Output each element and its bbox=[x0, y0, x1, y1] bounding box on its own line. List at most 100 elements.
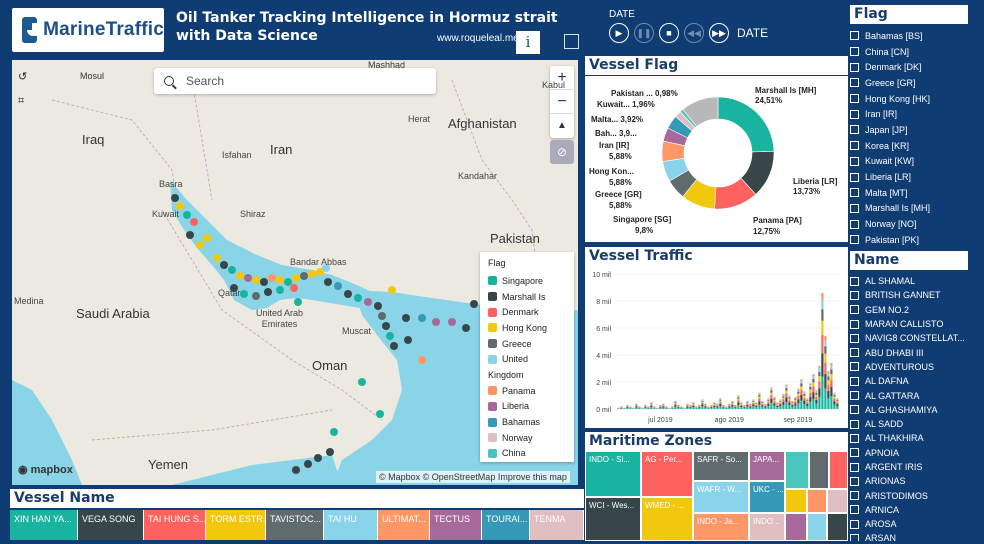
traffic-bar[interactable] bbox=[719, 399, 722, 401]
traffic-bar[interactable] bbox=[788, 395, 791, 397]
treemap-cell[interactable]: INDO - Ja... bbox=[693, 513, 749, 541]
traffic-bar[interactable] bbox=[788, 402, 791, 406]
treemap-cell[interactable]: INDO... bbox=[749, 513, 785, 541]
traffic-bar[interactable] bbox=[836, 400, 839, 403]
traffic-bar[interactable] bbox=[827, 390, 830, 399]
traffic-bar[interactable] bbox=[827, 384, 830, 391]
vessel-cell[interactable]: TECTUS bbox=[430, 510, 482, 540]
vessel-cell[interactable]: TOURAI... bbox=[482, 510, 530, 540]
checkbox-icon[interactable] bbox=[850, 305, 859, 315]
traffic-bar[interactable] bbox=[752, 401, 755, 403]
traffic-bar[interactable] bbox=[764, 404, 767, 405]
traffic-bar[interactable] bbox=[833, 395, 836, 397]
traffic-bar[interactable] bbox=[704, 404, 707, 406]
treemap-cell[interactable] bbox=[829, 451, 848, 489]
traffic-bar[interactable] bbox=[719, 402, 722, 404]
traffic-bar[interactable] bbox=[770, 395, 773, 399]
traffic-bar[interactable] bbox=[836, 398, 839, 399]
slicer-item[interactable]: Pakistan [PK] bbox=[850, 232, 968, 248]
traffic-bar[interactable] bbox=[836, 398, 839, 400]
traffic-bar[interactable] bbox=[653, 408, 656, 409]
slicer-item[interactable]: ARGENT IRIS bbox=[850, 460, 968, 474]
traffic-bar[interactable] bbox=[713, 402, 716, 404]
treemap-cell[interactable]: JAPA... bbox=[749, 451, 785, 481]
traffic-bar[interactable] bbox=[767, 398, 770, 400]
traffic-bar[interactable] bbox=[788, 396, 791, 398]
checkbox-icon[interactable] bbox=[850, 433, 859, 443]
slicer-item[interactable]: Greece [GR] bbox=[850, 75, 968, 91]
traffic-bar[interactable] bbox=[767, 402, 770, 404]
checkbox-icon[interactable] bbox=[850, 290, 859, 300]
checkbox-icon[interactable] bbox=[850, 276, 859, 286]
traffic-bar[interactable] bbox=[761, 401, 764, 403]
traffic-bar[interactable] bbox=[626, 407, 629, 408]
compass-button[interactable]: ▲ bbox=[550, 114, 574, 138]
treemap-cell[interactable] bbox=[827, 513, 848, 541]
traffic-bar[interactable] bbox=[827, 373, 830, 377]
traffic-bar[interactable] bbox=[821, 299, 824, 310]
traffic-bar[interactable] bbox=[818, 381, 821, 389]
traffic-bar[interactable] bbox=[773, 398, 776, 400]
traffic-bar[interactable] bbox=[731, 405, 734, 407]
traffic-bar[interactable] bbox=[833, 393, 836, 396]
slicer-item[interactable]: ARISTODIMOS bbox=[850, 488, 968, 502]
legend-item[interactable]: China bbox=[488, 446, 566, 462]
traffic-bar[interactable] bbox=[803, 393, 806, 396]
traffic-bar[interactable] bbox=[674, 402, 677, 404]
legend-item[interactable]: Hong Kong bbox=[488, 320, 566, 336]
traffic-bar[interactable] bbox=[779, 404, 782, 407]
traffic-bar[interactable] bbox=[764, 406, 767, 408]
traffic-bar[interactable] bbox=[686, 404, 689, 406]
traffic-bar[interactable] bbox=[797, 389, 800, 392]
traffic-bar[interactable] bbox=[782, 395, 785, 397]
checkbox-icon[interactable] bbox=[850, 348, 859, 358]
traffic-bar[interactable] bbox=[824, 340, 827, 347]
traffic-bar[interactable] bbox=[665, 408, 668, 409]
traffic-bar[interactable] bbox=[806, 402, 809, 404]
traffic-bar[interactable] bbox=[746, 402, 749, 403]
traffic-bar[interactable] bbox=[701, 399, 704, 401]
checkbox-icon[interactable] bbox=[850, 362, 859, 372]
traffic-bar[interactable] bbox=[794, 397, 797, 399]
traffic-bar[interactable] bbox=[770, 392, 773, 396]
traffic-bar[interactable] bbox=[692, 407, 695, 409]
traffic-bar[interactable] bbox=[824, 374, 827, 389]
traffic-bar[interactable] bbox=[737, 396, 740, 398]
traffic-bar[interactable] bbox=[800, 381, 803, 384]
traffic-bar[interactable] bbox=[806, 403, 809, 406]
slicer-item[interactable]: ARIONAS bbox=[850, 474, 968, 488]
traffic-bar[interactable] bbox=[650, 402, 653, 404]
traffic-bar[interactable] bbox=[803, 400, 806, 405]
traffic-bar[interactable] bbox=[650, 407, 653, 409]
traffic-bar[interactable] bbox=[716, 407, 719, 409]
traffic-bar[interactable] bbox=[731, 401, 734, 403]
traffic-bar[interactable] bbox=[701, 400, 704, 402]
slicer-item[interactable]: Malta [MT] bbox=[850, 185, 968, 201]
traffic-bar[interactable] bbox=[782, 397, 785, 400]
traffic-bar[interactable] bbox=[692, 405, 695, 408]
slicer-item[interactable]: APNOIA bbox=[850, 446, 968, 460]
traffic-bar[interactable] bbox=[626, 406, 629, 408]
traffic-bar[interactable] bbox=[773, 403, 776, 406]
vessel-cell[interactable]: TAI HU bbox=[324, 510, 378, 540]
traffic-bar[interactable] bbox=[824, 362, 827, 375]
traffic-bar[interactable] bbox=[767, 399, 770, 401]
traffic-bar[interactable] bbox=[797, 391, 800, 394]
traffic-bar[interactable] bbox=[815, 390, 818, 392]
traffic-bar[interactable] bbox=[830, 365, 833, 370]
traffic-bar[interactable] bbox=[785, 393, 788, 398]
slicer-item[interactable]: AL GATTARA bbox=[850, 388, 968, 402]
traffic-bar[interactable] bbox=[716, 406, 719, 408]
traffic-bar[interactable] bbox=[770, 402, 773, 409]
traffic-bar[interactable] bbox=[806, 400, 809, 403]
traffic-bar[interactable] bbox=[755, 403, 758, 404]
traffic-bar[interactable] bbox=[740, 403, 743, 404]
traffic-bar[interactable] bbox=[779, 400, 782, 402]
traffic-bar[interactable] bbox=[620, 408, 623, 409]
legend-item[interactable]: Panama bbox=[488, 383, 566, 399]
traffic-bar[interactable] bbox=[758, 404, 761, 409]
traffic-bar[interactable] bbox=[692, 403, 695, 405]
traffic-bar[interactable] bbox=[746, 406, 749, 409]
treemap-cell[interactable] bbox=[785, 451, 809, 489]
legend-item[interactable]: Denmark bbox=[488, 304, 566, 320]
